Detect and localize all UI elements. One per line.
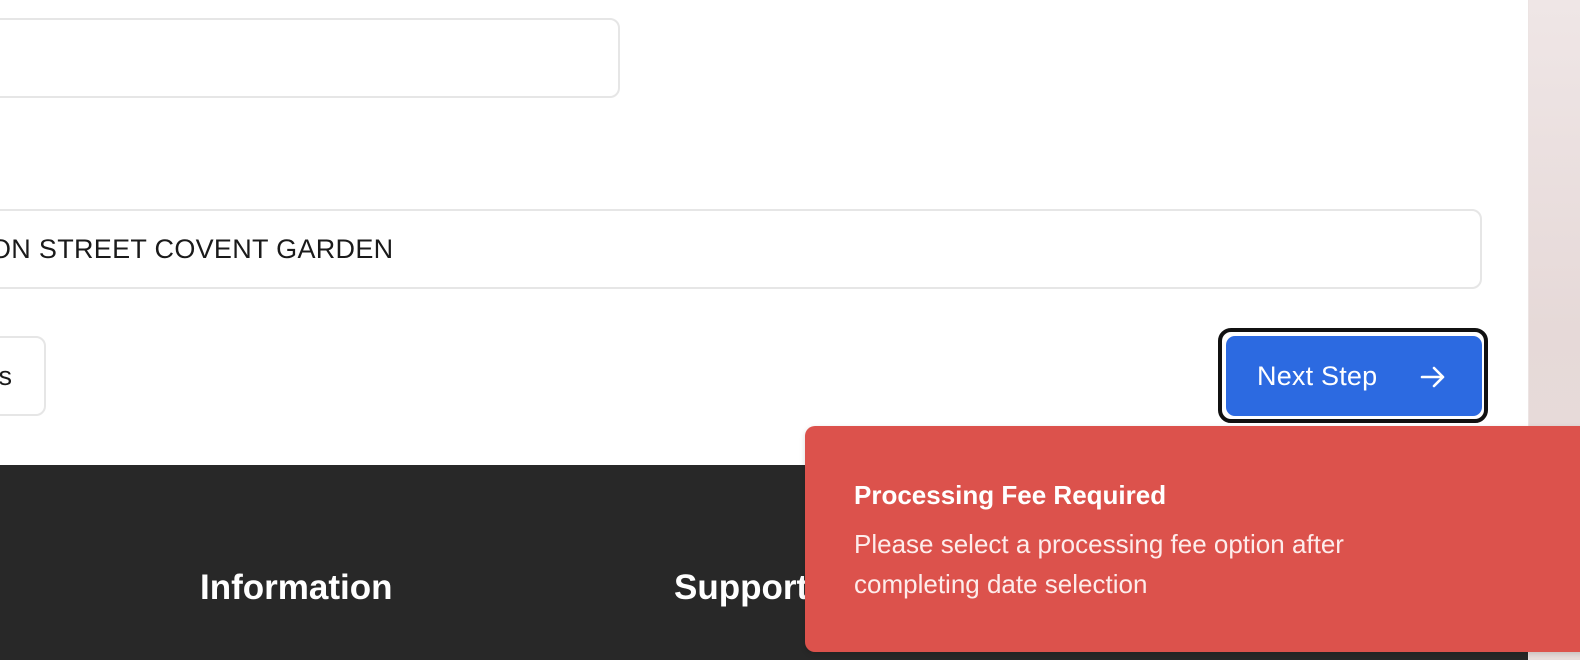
toast-title: Processing Fee Required (854, 480, 1167, 510)
footer-heading-information: Information (200, 568, 393, 607)
page: ON STREET COVENT GARDEN s Next Step Info… (0, 0, 1580, 660)
previous-button[interactable]: s (0, 336, 46, 416)
footer-heading-support: Support (674, 568, 809, 607)
toast-message: Please select a processing fee option af… (854, 529, 1344, 599)
next-step-button[interactable]: Next Step (1226, 336, 1482, 416)
address-input[interactable]: ON STREET COVENT GARDEN (0, 209, 1482, 289)
booking-form: ON STREET COVENT GARDEN s Next Step (0, 0, 1528, 468)
previous-button-label: s (0, 361, 12, 391)
error-toast[interactable]: Processing Fee Required Please select a … (805, 426, 1580, 652)
form-input-field[interactable] (0, 18, 620, 98)
address-input-value: ON STREET COVENT GARDEN (0, 234, 394, 264)
arrow-right-icon (1420, 366, 1445, 388)
next-step-label: Next Step (1257, 360, 1378, 391)
